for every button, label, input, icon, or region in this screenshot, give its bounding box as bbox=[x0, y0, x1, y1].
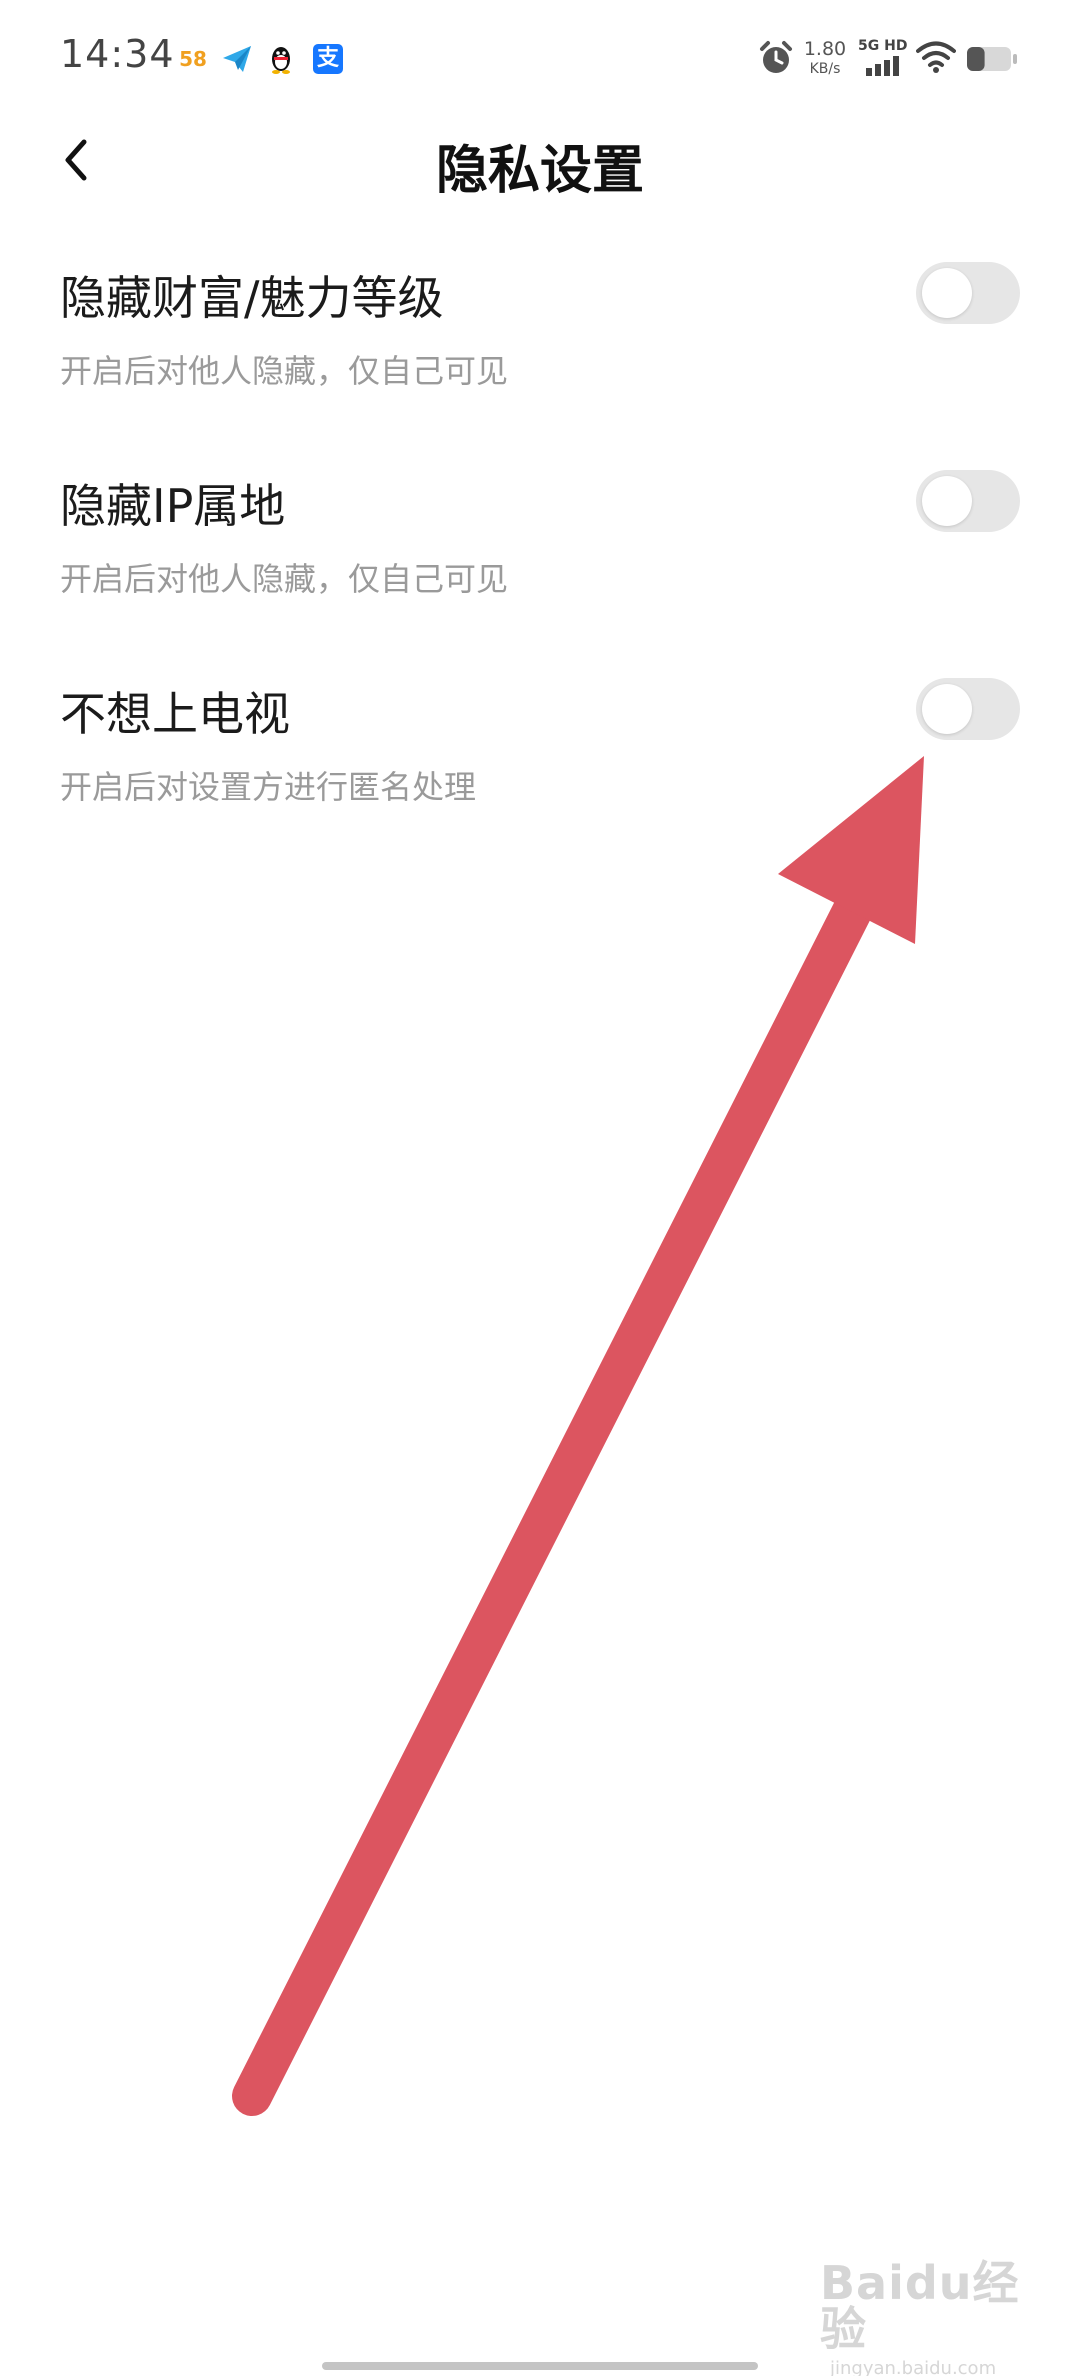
network-type-label: 5G HD bbox=[858, 38, 908, 54]
58-app-icon: 58 bbox=[178, 42, 208, 76]
hide-wealth-level-toggle[interactable] bbox=[916, 262, 1020, 324]
setting-row-hide-wealth-level: 隐藏财富/魅力等级 开启后对他人隐藏，仅自己可见 bbox=[0, 262, 1080, 462]
wifi-icon bbox=[916, 40, 956, 74]
status-time: 14:34 bbox=[60, 32, 175, 76]
setting-description: 开启后对他人隐藏，仅自己可见 bbox=[60, 560, 509, 598]
network-speed-unit: KB/s bbox=[809, 61, 841, 77]
hide-ip-location-toggle[interactable] bbox=[916, 470, 1020, 532]
alipay-icon: 支 bbox=[312, 42, 344, 76]
cellular-signal-icon: 5G HD bbox=[856, 38, 910, 78]
qq-penguin-icon bbox=[266, 42, 296, 76]
watermark-logo: Baidu经验 bbox=[820, 2256, 1020, 2356]
alarm-clock-icon bbox=[758, 40, 794, 76]
setting-label: 隐藏IP属地 bbox=[60, 479, 286, 533]
status-bar: 14:34 58 支 1.80 KB/s 5G HD bbox=[0, 0, 1080, 110]
annotation-arrow-shaft bbox=[232, 860, 888, 2116]
setting-label: 不想上电视 bbox=[60, 687, 290, 741]
paper-plane-icon bbox=[220, 42, 254, 76]
privacy-settings-page: 14:34 58 支 1.80 KB/s 5G HD 隐私设置 隐藏财富/魅力等… bbox=[0, 0, 1080, 2376]
toggle-knob bbox=[922, 684, 972, 734]
alipay-text: 支 bbox=[313, 44, 343, 74]
toggle-knob bbox=[922, 476, 972, 526]
setting-row-hide-ip-location: 隐藏IP属地 开启后对他人隐藏，仅自己可见 bbox=[0, 470, 1080, 670]
setting-description: 开启后对他人隐藏，仅自己可见 bbox=[60, 352, 509, 390]
battery-level-fill bbox=[967, 47, 985, 71]
setting-label: 隐藏财富/魅力等级 bbox=[60, 271, 444, 325]
home-indicator[interactable] bbox=[322, 2362, 758, 2370]
network-speed: 1.80 KB/s bbox=[802, 38, 848, 77]
baidu-jingyan-watermark: Baidu经验 jingyan.baidu.com bbox=[820, 2260, 1030, 2376]
setting-row-no-tv: 不想上电视 开启后对设置方进行匿名处理 bbox=[0, 678, 1080, 878]
network-speed-value: 1.80 bbox=[803, 38, 847, 60]
no-tv-toggle[interactable] bbox=[916, 678, 1020, 740]
page-title: 隐私设置 bbox=[435, 141, 644, 201]
battery-icon bbox=[966, 46, 1018, 72]
watermark-site: jingyan.baidu.com bbox=[830, 2358, 997, 2376]
toggle-knob bbox=[922, 268, 972, 318]
setting-description: 开启后对设置方进行匿名处理 bbox=[60, 768, 477, 806]
app58-text: 58 bbox=[179, 47, 207, 71]
